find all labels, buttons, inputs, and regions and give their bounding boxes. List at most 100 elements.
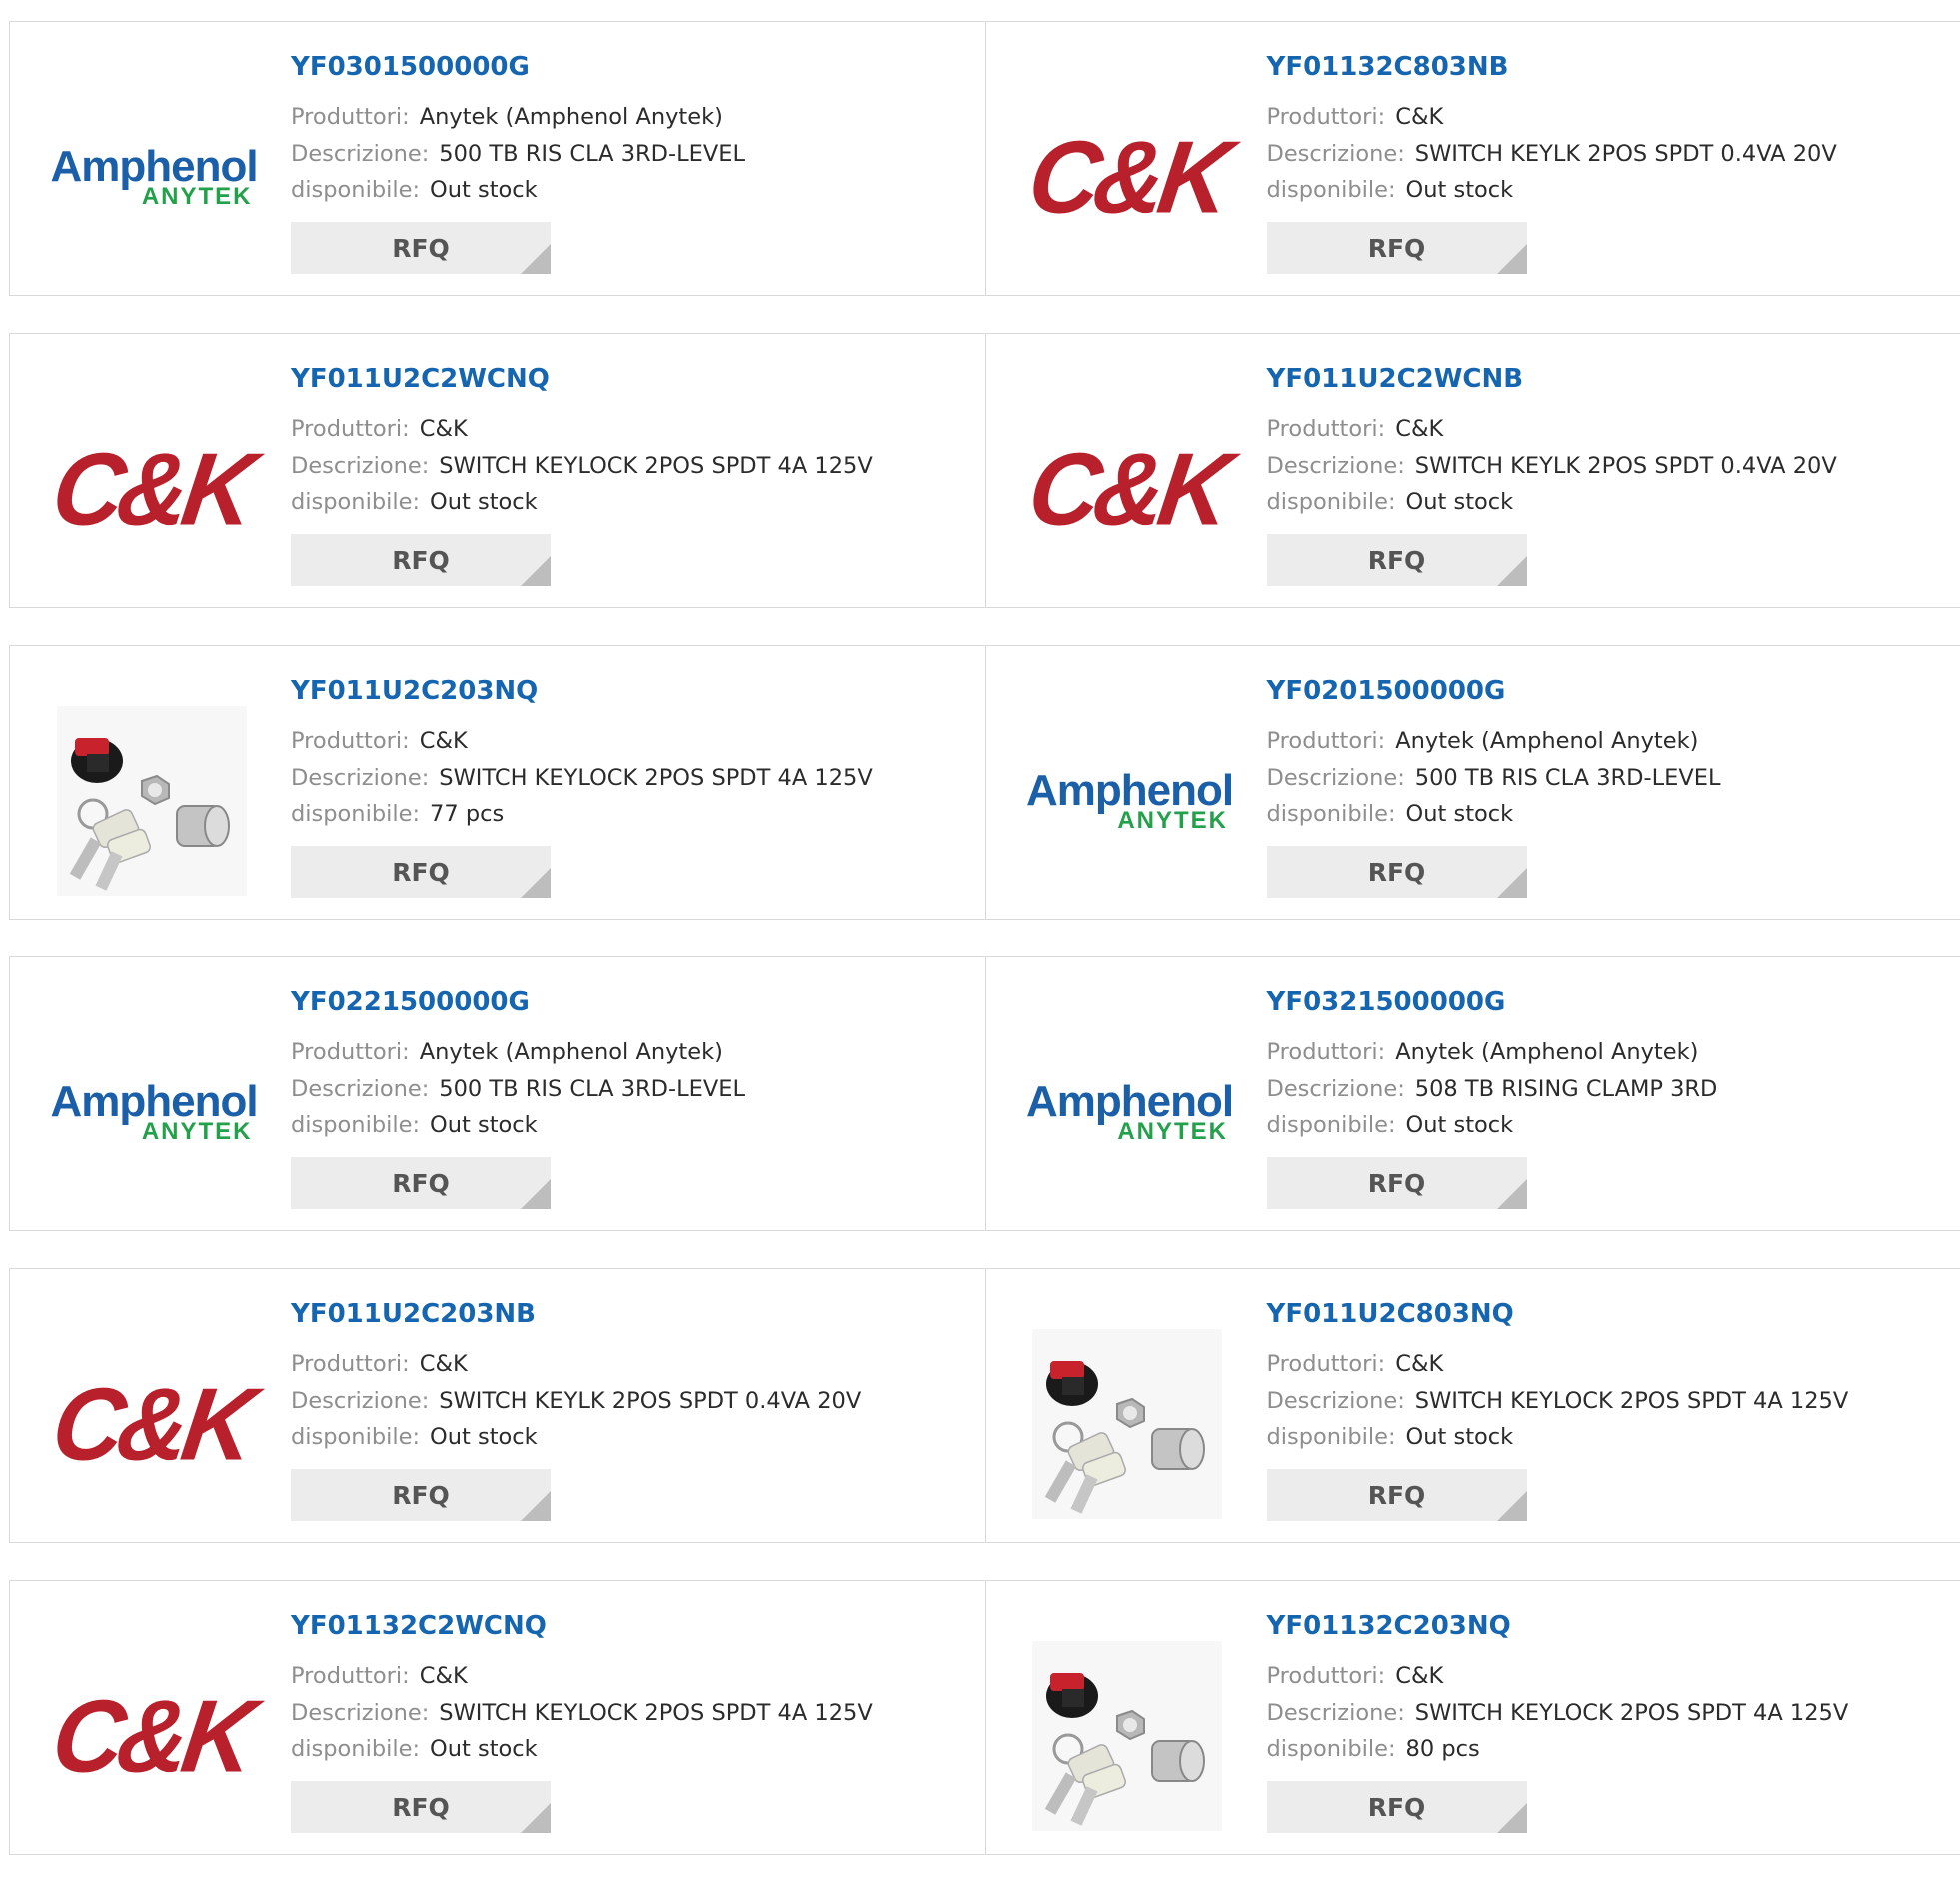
product-image[interactable]: C&K: [49, 1633, 254, 1838]
availability-row: disponibile:Out stock: [291, 1736, 538, 1762]
product-image[interactable]: C&K: [1025, 386, 1230, 591]
manufacturer-row: Produttori:C&K: [291, 416, 468, 442]
part-number-link[interactable]: YF01132C203NQ: [1267, 1611, 1511, 1641]
manufacturer-value: Anytek (Amphenol Anytek): [1395, 728, 1698, 754]
availability-label: disponibile:: [1267, 489, 1396, 515]
rfq-button[interactable]: RFQ: [291, 222, 551, 274]
rfq-label: RFQ: [1368, 858, 1426, 887]
part-number-link[interactable]: YF011U2C803NQ: [1267, 1299, 1514, 1329]
product-image[interactable]: [49, 698, 254, 903]
corner-triangle-icon: [521, 1491, 551, 1521]
description-label: Descrizione:: [291, 141, 429, 167]
rfq-button[interactable]: RFQ: [1267, 222, 1527, 274]
manufacturer-row: Produttori:Anytek (Amphenol Anytek): [291, 1039, 723, 1065]
product-card: C&KYF011U2C2WCNBProduttori:C&KDescrizion…: [985, 334, 1960, 607]
manufacturer-row: Produttori:C&K: [291, 728, 468, 754]
availability-row: disponibile:Out stock: [1267, 1112, 1514, 1138]
part-number-link[interactable]: YF01132C803NB: [1267, 52, 1509, 82]
rfq-button[interactable]: RFQ: [291, 846, 551, 898]
part-number-link[interactable]: YF011U2C203NQ: [291, 676, 538, 706]
manufacturer-row: Produttori:C&K: [1267, 104, 1444, 130]
corner-triangle-icon: [521, 868, 551, 898]
availability-value: Out stock: [1406, 801, 1514, 827]
amphenol-anytek-logo: AmphenolANYTEK: [51, 145, 253, 209]
description-value: 508 TB RISING CLAMP 3RD: [1415, 1076, 1718, 1102]
product-card: C&KYF011U2C203NBProduttori:C&KDescrizion…: [10, 1269, 985, 1542]
rfq-button[interactable]: RFQ: [291, 1781, 551, 1833]
rfq-button[interactable]: RFQ: [291, 1469, 551, 1521]
ck-logo: C&K: [1023, 125, 1232, 228]
rfq-button[interactable]: RFQ: [1267, 534, 1527, 586]
manufacturer-value: C&K: [420, 1663, 468, 1689]
product-image[interactable]: [1025, 1633, 1230, 1838]
part-number-link[interactable]: YF0321500000G: [1267, 987, 1506, 1017]
product-image[interactable]: C&K: [1025, 74, 1230, 279]
part-number-link[interactable]: YF011U2C2WCNQ: [291, 364, 550, 394]
corner-triangle-icon: [521, 1179, 551, 1209]
product-image[interactable]: [1025, 1321, 1230, 1526]
product-image[interactable]: C&K: [49, 386, 254, 591]
description-row: Descrizione: 500 TB RIS CLA 3RD-LEVEL: [291, 141, 745, 167]
manufacturer-value: Anytek (Amphenol Anytek): [1395, 1039, 1698, 1065]
product-image[interactable]: AmphenolANYTEK: [49, 1009, 254, 1214]
description-value: SWITCH KEYLOCK 2POS SPDT 4A 125V: [439, 453, 872, 479]
availability-row: disponibile:Out stock: [291, 1112, 538, 1138]
description-label: Descrizione:: [1267, 765, 1405, 791]
manufacturer-row: Produttori:C&K: [1267, 416, 1444, 442]
description-label: Descrizione:: [291, 765, 429, 791]
corner-triangle-icon: [1497, 1803, 1527, 1833]
rfq-button[interactable]: RFQ: [1267, 846, 1527, 898]
keylock-switch-photo: [1032, 1641, 1222, 1831]
corner-triangle-icon: [521, 244, 551, 274]
part-number-link[interactable]: YF011U2C203NB: [291, 1299, 536, 1329]
corner-triangle-icon: [1497, 556, 1527, 586]
part-number-link[interactable]: YF0221500000G: [291, 987, 530, 1017]
availability-label: disponibile:: [291, 177, 420, 203]
manufacturer-label: Produttori:: [1267, 1663, 1386, 1689]
rfq-label: RFQ: [392, 234, 450, 263]
rfq-label: RFQ: [1368, 234, 1426, 263]
description-label: Descrizione:: [291, 453, 429, 479]
product-image[interactable]: AmphenolANYTEK: [1025, 1009, 1230, 1214]
description-value: 500 TB RIS CLA 3RD-LEVEL: [439, 141, 745, 167]
availability-row: disponibile:80 pcs: [1267, 1736, 1480, 1762]
product-row: AmphenolANYTEKYF0301500000GProduttori:An…: [9, 21, 1960, 296]
rfq-button[interactable]: RFQ: [1267, 1157, 1527, 1209]
manufacturer-label: Produttori:: [291, 1039, 410, 1065]
description-row: Descrizione:SWITCH KEYLOCK 2POS SPDT 4A …: [1267, 1388, 1849, 1414]
description-label: Descrizione:: [291, 1700, 429, 1726]
manufacturer-label: Produttori:: [291, 104, 410, 130]
manufacturer-label: Produttori:: [291, 416, 410, 442]
description-value: SWITCH KEYLOCK 2POS SPDT 4A 125V: [439, 1700, 872, 1726]
manufacturer-value: C&K: [420, 728, 468, 754]
part-number-link[interactable]: YF01132C2WCNQ: [291, 1611, 547, 1641]
description-value: 500 TB RIS CLA 3RD-LEVEL: [1415, 765, 1721, 791]
manufacturer-label: Produttori:: [1267, 104, 1386, 130]
product-image[interactable]: C&K: [49, 1321, 254, 1526]
product-image[interactable]: AmphenolANYTEK: [1025, 698, 1230, 903]
logo-text-main: Amphenol: [51, 145, 253, 189]
rfq-label: RFQ: [392, 546, 450, 575]
availability-value: Out stock: [1406, 1112, 1514, 1138]
product-image[interactable]: AmphenolANYTEK: [49, 74, 254, 279]
product-card: AmphenolANYTEKYF0301500000GProduttori:An…: [10, 22, 985, 295]
rfq-button[interactable]: RFQ: [1267, 1469, 1527, 1521]
availability-row: disponibile:Out stock: [291, 1424, 538, 1450]
rfq-button[interactable]: RFQ: [291, 1157, 551, 1209]
description-row: Descrizione:508 TB RISING CLAMP 3RD: [1267, 1076, 1718, 1102]
availability-value: 80 pcs: [1406, 1736, 1480, 1762]
part-number-link[interactable]: YF011U2C2WCNB: [1267, 364, 1524, 394]
rfq-button[interactable]: RFQ: [291, 534, 551, 586]
availability-row: disponibile:77 pcs: [291, 801, 504, 827]
corner-triangle-icon: [1497, 244, 1527, 274]
logo-text-main: Amphenol: [1026, 1080, 1228, 1124]
description-row: Descrizione:SWITCH KEYLOCK 2POS SPDT 4A …: [1267, 1700, 1849, 1726]
description-label: Descrizione:: [1267, 1700, 1405, 1726]
rfq-label: RFQ: [1368, 1481, 1426, 1510]
part-number-link[interactable]: YF0301500000G: [291, 52, 530, 82]
rfq-button[interactable]: RFQ: [1267, 1781, 1527, 1833]
part-number-link[interactable]: YF0201500000G: [1267, 676, 1506, 706]
availability-value: Out stock: [1406, 177, 1514, 203]
product-row: C&K YF01132C2WCNQ Produttori: C&K Descrizion…: [9, 1580, 1960, 1855]
description-value: SWITCH KEYLK 2POS SPDT 0.4VA 20V: [1415, 453, 1837, 479]
